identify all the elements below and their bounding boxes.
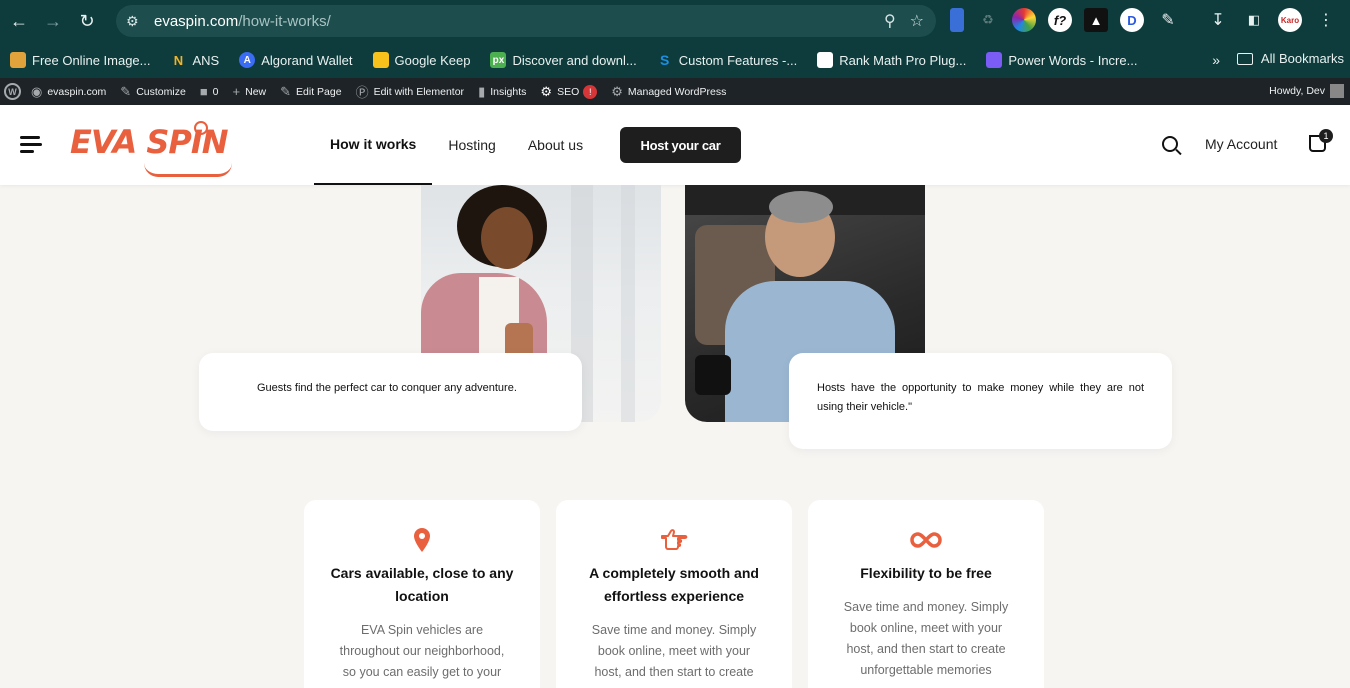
bookmark-favicon-icon [372, 52, 389, 68]
site-logo[interactable]: EVA SPIN [70, 121, 240, 177]
logo-swoosh-icon [144, 163, 232, 177]
wp-insights-link[interactable]: ▮ Insights [478, 84, 526, 100]
bookmark-item[interactable]: N ANS [171, 52, 219, 68]
forward-button[interactable]: → [38, 6, 68, 36]
elementor-icon: Ⓟ [355, 85, 369, 100]
seo-alert-badge: ! [583, 84, 598, 99]
hamburger-menu-icon[interactable] [20, 136, 42, 154]
menu-kebab-icon[interactable]: ⋮ [1314, 8, 1338, 32]
wp-managed-link[interactable]: ⚙ Managed WordPress [611, 84, 726, 100]
side-panel-icon[interactable]: ◧ [1242, 8, 1266, 32]
extension-d-icon[interactable]: D [1120, 8, 1144, 32]
bookmark-favicon-icon: A [239, 52, 256, 68]
bookmarks-overflow-icon[interactable]: » [1212, 52, 1220, 68]
nav-hosting[interactable]: Hosting [432, 105, 511, 185]
wp-customize-link[interactable]: ✎ Customize [120, 84, 186, 100]
bookmark-favicon-icon [10, 52, 26, 68]
host-caption-text: Hosts have the opportunity to make money… [817, 382, 1144, 413]
search-icon[interactable] [1162, 136, 1178, 152]
host-your-car-button[interactable]: Host your car [620, 127, 741, 163]
wp-site-link[interactable]: ◉ evaspin.com [31, 84, 106, 100]
extension-mountain-icon[interactable]: ▲ [1084, 8, 1108, 32]
location-pin-icon [304, 526, 540, 554]
gear-icon: ⚙ [611, 83, 623, 99]
brush-icon: ✎ [120, 83, 132, 99]
feature-card: Flexibility to be free Save time and mon… [808, 500, 1044, 688]
download-icon[interactable]: ↧ [1206, 8, 1230, 32]
nav-how-it-works[interactable]: How it works [314, 105, 433, 185]
infinity-icon [808, 526, 1044, 554]
extension-color-icon[interactable] [1012, 8, 1036, 32]
profile-avatar[interactable]: Karo [1278, 8, 1302, 32]
url-text: evaspin.com/how-it-works/ [154, 12, 331, 30]
bookmark-item[interactable]: Power Words - Incre... [986, 52, 1137, 68]
guest-caption-card: Guests find the perfect car to conquer a… [199, 353, 582, 431]
wp-seo-link[interactable]: ⚙ SEO! [540, 83, 598, 100]
avatar [1330, 84, 1344, 98]
bookmark-favicon-icon: S [660, 52, 670, 68]
host-caption-card: Hosts have the opportunity to make money… [789, 353, 1172, 449]
bar-chart-icon: ▮ [478, 83, 486, 99]
wp-edit-page-link[interactable]: ✎ Edit Page [280, 84, 341, 100]
feature-card: Cars available, close to any location EV… [304, 500, 540, 688]
site-info-icon[interactable]: ⚙ [126, 13, 146, 30]
bookmark-item[interactable]: Rank Math Pro Plug... [817, 52, 966, 68]
bookmark-item[interactable]: px Discover and downl... [490, 52, 637, 68]
dashboard-icon: ◉ [31, 83, 43, 99]
bookmark-item[interactable]: Free Online Image... [10, 52, 151, 68]
folder-icon [1236, 52, 1253, 65]
bookmark-item[interactable]: S Custom Features -... [657, 52, 797, 68]
bookmark-favicon-icon: N [173, 52, 184, 68]
seo-icon: ⚙ [540, 83, 553, 99]
main-nav: How it works Hosting About us [314, 105, 599, 185]
reload-button[interactable]: ↻ [72, 6, 102, 36]
wp-elementor-link[interactable]: Ⓟ Edit with Elementor [356, 82, 464, 101]
site-header: EVA SPIN How it works Hosting About us H… [0, 105, 1350, 185]
nav-about-us[interactable]: About us [512, 105, 599, 185]
extension-font-icon[interactable]: f? [1048, 8, 1072, 32]
bookmark-favicon-icon [817, 52, 834, 68]
feature-text: Save time and money. Simply book online,… [591, 623, 757, 679]
back-button[interactable]: ← [4, 6, 34, 36]
extensions-puzzle-icon[interactable]: ✎ [1156, 8, 1180, 32]
plus-icon: + [232, 84, 241, 99]
bookmark-favicon-icon [986, 52, 1003, 68]
wp-howdy-menu[interactable]: Howdy, Dev [1269, 84, 1344, 98]
browser-toolbar: ← → ↻ ⚙ evaspin.com/how-it-works/ ⚲ ☆ ♻ … [0, 0, 1350, 42]
feature-title: Flexibility to be free [860, 565, 992, 581]
bookmark-favicon-icon: px [490, 52, 507, 68]
feature-text: EVA Spin vehicles are throughout our nei… [339, 623, 505, 679]
address-bar[interactable]: ⚙ evaspin.com/how-it-works/ ⚲ ☆ [116, 5, 936, 37]
wp-comments-link[interactable]: ■ 0 [200, 84, 219, 99]
bookmark-item[interactable]: Google Keep [372, 52, 470, 68]
wp-admin-bar: W ◉ evaspin.com ✎ Customize ■ 0 + New ✎ Edit … [0, 78, 1350, 105]
pencil-icon: ✎ [280, 83, 292, 99]
feature-title: Cars available, close to any location [330, 565, 514, 604]
extensions-row: ♻ f? ▲ D ✎ ↧ ◧ Karo ⋮ [950, 8, 1338, 32]
my-account-link[interactable]: My Account [1205, 136, 1277, 152]
pointing-hand-icon [556, 526, 792, 554]
cart-count-badge: 1 [1319, 129, 1333, 143]
comment-icon: ■ [199, 84, 208, 99]
bookmarks-bar: Free Online Image... N ANS A Algorand Wall… [0, 42, 1350, 78]
logo-ball-icon [194, 121, 208, 135]
feature-title: A completely smooth and effortless exper… [589, 565, 759, 604]
wordpress-logo-icon[interactable]: W [4, 83, 21, 100]
feature-card: A completely smooth and effortless exper… [556, 500, 792, 688]
extension-docs-icon[interactable] [950, 8, 964, 32]
extension-recycle-icon[interactable]: ♻ [976, 8, 1000, 32]
bookmark-star-icon[interactable]: ☆ [910, 11, 924, 31]
bookmark-item[interactable]: A Algorand Wallet [239, 52, 353, 68]
guest-caption-text: Guests find the perfect car to conquer a… [257, 382, 517, 394]
feature-text: Save time and money. Simply book online,… [843, 600, 1009, 677]
all-bookmarks-button[interactable]: All Bookmarks [1236, 51, 1344, 66]
wp-new-link[interactable]: + New [233, 84, 267, 99]
zoom-icon[interactable]: ⚲ [884, 11, 896, 31]
